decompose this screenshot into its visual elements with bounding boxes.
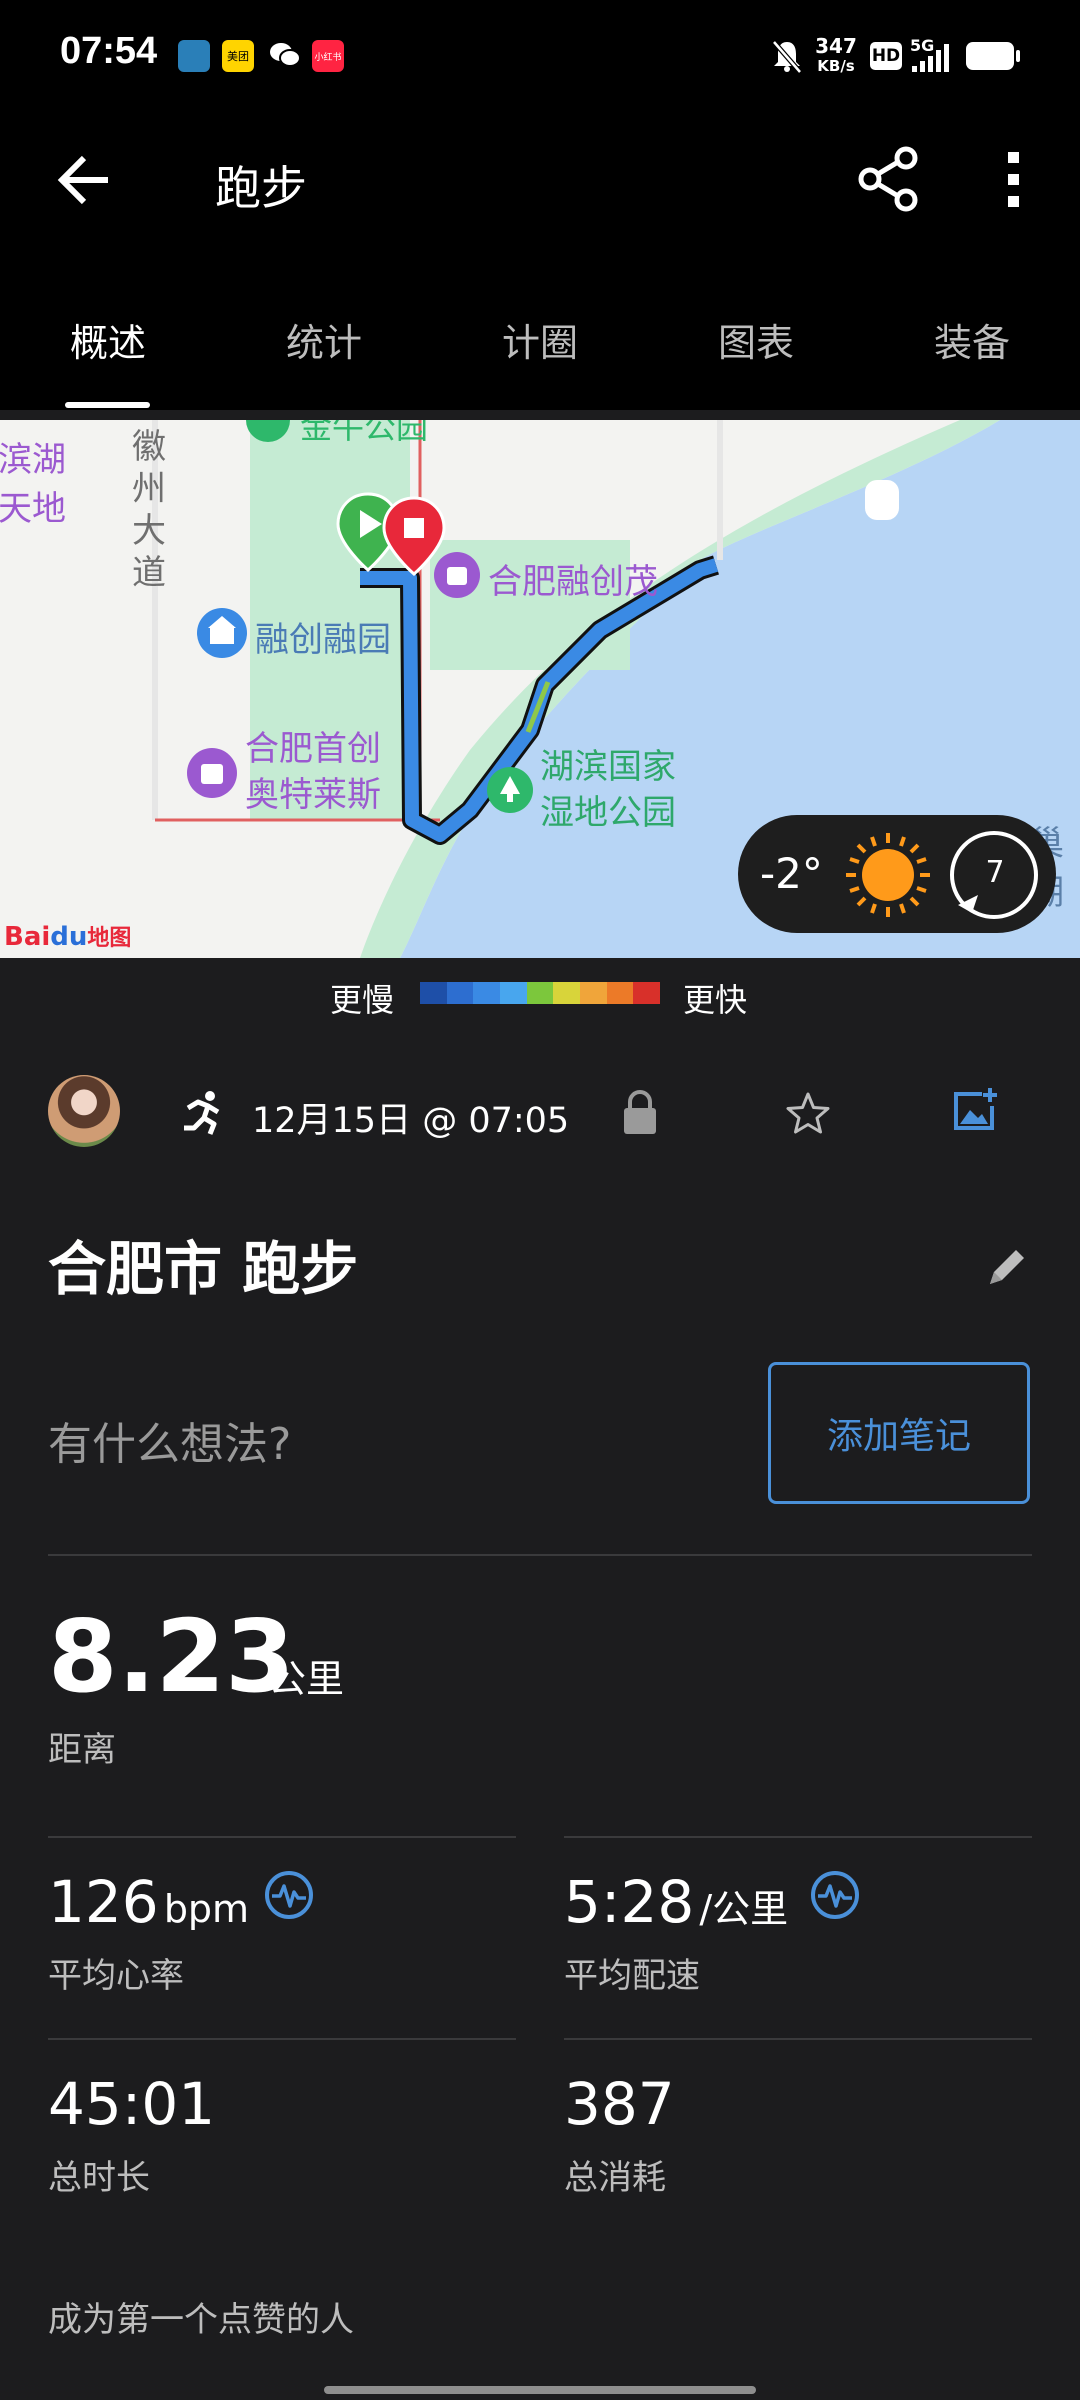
edit-title-button[interactable] <box>986 1244 1030 1288</box>
legend-swatch <box>633 982 661 1004</box>
divider <box>48 1836 516 1838</box>
pencil-icon <box>990 1250 1024 1284</box>
baidu-map-logo: Baidu地图 <box>4 922 132 952</box>
pace-sensor-icon <box>811 1871 859 1919</box>
back-button[interactable] <box>52 148 116 212</box>
calories-value: 387 <box>564 2070 675 2138</box>
tab-laps[interactable]: 计圈 <box>470 312 610 367</box>
legend-swatch <box>606 982 634 1004</box>
legend-faster-label: 更快 <box>683 981 748 1019</box>
likes-text[interactable]: 成为第一个点赞的人 <box>48 2292 354 2341</box>
duration-label: 总时长 <box>48 2158 150 2198</box>
tab-charts[interactable]: 图表 <box>686 312 826 367</box>
signal-5g-icon: 5G <box>910 36 962 76</box>
distance-unit: 公里 <box>268 1657 345 1701</box>
heart-rate-label: 平均心率 <box>48 1956 184 1996</box>
sun-icon <box>846 833 930 917</box>
more-vert-icon <box>1008 152 1019 207</box>
weather-chip: -2° 7 <box>738 815 1056 933</box>
tab-gear[interactable]: 装备 <box>902 312 1042 367</box>
privacy-lock-button[interactable] <box>620 1088 660 1136</box>
legend-swatch <box>580 982 607 1004</box>
lock-icon <box>624 1090 656 1134</box>
divider <box>48 1554 1032 1556</box>
pace-stat[interactable]: 5:28 /公里 <box>564 1868 788 1936</box>
legend-swatch <box>420 982 447 1004</box>
legend-swatch <box>500 982 527 1004</box>
add-photo-button[interactable] <box>952 1086 1000 1134</box>
hd-badge: HD <box>870 42 902 70</box>
map-label-huizhou-road: 徽州大道 <box>132 427 166 593</box>
more-menu-button[interactable] <box>998 148 1030 212</box>
map-label-rongchuang-park: 融创融园 <box>255 620 391 660</box>
heart-rate-unit: bpm <box>163 1887 250 1931</box>
share-icon <box>858 146 918 212</box>
divider <box>564 2038 1032 2040</box>
pace-unit: /公里 <box>699 1887 789 1931</box>
page-title: 跑步 <box>215 161 307 215</box>
mute-bell-icon <box>770 38 804 78</box>
network-speed: 347 KB/s <box>815 34 857 75</box>
add-photo-icon <box>954 1088 997 1130</box>
divider <box>564 1836 1032 1838</box>
distance-label: 距离 <box>48 1730 116 1770</box>
pace-value: 5:28 <box>564 1868 695 1936</box>
arrow-left-icon <box>57 155 108 205</box>
map-label-outlet: 合肥首创 奥特莱斯 <box>245 729 381 815</box>
map-label-rongchuang-mall: 合肥融创茂 <box>488 562 658 602</box>
thought-prompt[interactable]: 有什么想法? <box>48 1408 291 1472</box>
wechat-icon <box>268 38 302 76</box>
weather-temperature: -2° <box>760 849 823 898</box>
legend-swatch <box>553 982 581 1004</box>
heart-rate-value: 126 <box>48 1868 159 1936</box>
map-label-binhu: 滨湖 天地 <box>0 440 66 529</box>
map-label-top-park: 金牛公园 <box>300 420 429 446</box>
status-time: 07:54 <box>60 30 158 72</box>
home-indicator[interactable] <box>324 2386 756 2394</box>
share-button[interactable] <box>856 146 922 212</box>
star-icon <box>786 1092 830 1134</box>
avatar[interactable] <box>48 1075 120 1147</box>
legend-swatch <box>473 982 501 1004</box>
battery-icon <box>966 42 1014 70</box>
add-note-button[interactable]: 添加笔记 <box>768 1362 1030 1504</box>
pace-label: 平均配速 <box>564 1956 700 1996</box>
heart-rate-stat[interactable]: 126 bpm <box>48 1868 249 1936</box>
duration-value: 45:01 <box>48 2070 216 2138</box>
legend-swatch <box>446 982 474 1004</box>
distance-value: 8.23 <box>48 1598 295 1715</box>
activity-date: 12月15日 @ 07:05 <box>252 1101 570 1141</box>
running-icon <box>180 1088 228 1140</box>
tab-indicator <box>65 402 150 408</box>
battery-tip <box>1016 50 1020 62</box>
calories-label: 总消耗 <box>564 2158 666 2198</box>
tab-stats[interactable]: 统计 <box>254 312 394 367</box>
favorite-button[interactable] <box>785 1090 831 1136</box>
meituan-icon: 美团 <box>222 40 254 72</box>
tab-overview[interactable]: 概述 <box>38 312 178 367</box>
activity-title: 合肥市 跑步 <box>48 1235 359 1303</box>
divider <box>48 2038 516 2040</box>
app-notification-icon <box>178 40 210 72</box>
legend-slower-label: 更慢 <box>330 981 395 1019</box>
map-label-wetland-park: 湖滨国家 湿地公园 <box>540 747 676 833</box>
pace-legend-bar <box>420 982 661 1004</box>
legend-swatch <box>526 982 554 1004</box>
wind-speed: 7 <box>985 855 1005 890</box>
heart-rate-sensor-icon <box>265 1871 313 1919</box>
xiaohongshu-icon: 小红书 <box>312 40 344 72</box>
